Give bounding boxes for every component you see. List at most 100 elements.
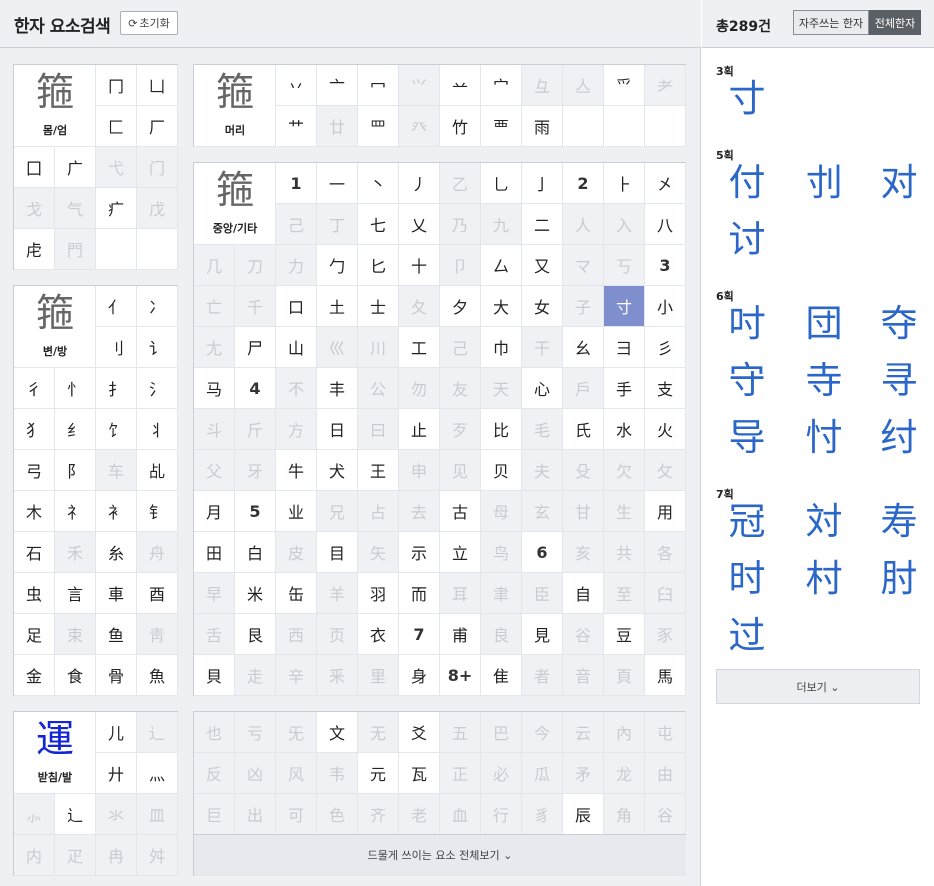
radical-cell[interactable]: 骨	[96, 655, 137, 696]
radical-cell[interactable]: 灬	[137, 753, 178, 794]
radical-cell[interactable]: 丿	[399, 163, 440, 204]
result-hanja[interactable]: 寺	[799, 356, 849, 406]
radical-cell[interactable]: 彐	[604, 327, 645, 368]
radical-cell[interactable]: 业	[276, 491, 317, 532]
radical-cell[interactable]: 辰	[563, 794, 604, 835]
result-hanja[interactable]: 时	[722, 554, 772, 604]
radical-cell[interactable]: 钅	[137, 491, 178, 532]
result-hanja[interactable]: 纣	[874, 413, 924, 463]
radical-cell[interactable]: 水	[604, 409, 645, 450]
tab-common-hanja[interactable]: 자주쓰는 한자	[793, 10, 869, 35]
radical-cell[interactable]: 亠	[317, 65, 358, 106]
radical-cell[interactable]: 用	[645, 491, 686, 532]
radical-cell[interactable]: 冫	[137, 286, 178, 327]
radical-cell[interactable]: 讠	[137, 327, 178, 368]
radical-cell[interactable]: 氏	[563, 409, 604, 450]
radical-cell[interactable]: 虍	[14, 229, 55, 270]
radical-cell[interactable]: 心	[522, 368, 563, 409]
result-hanja[interactable]: 导	[722, 413, 772, 463]
radical-cell[interactable]: 工	[399, 327, 440, 368]
radical-cell[interactable]: 火	[645, 409, 686, 450]
radical-cell[interactable]: 勹	[317, 245, 358, 286]
radical-cell[interactable]: 马	[194, 368, 235, 409]
radical-cell[interactable]: 土	[317, 286, 358, 327]
radical-cell[interactable]: 馬	[645, 655, 686, 696]
radical-cell[interactable]: 厂	[137, 106, 178, 147]
radical-cell[interactable]: 阝	[55, 450, 96, 491]
radical-cell[interactable]: 田	[194, 532, 235, 573]
radical-cell[interactable]: 亅	[522, 163, 563, 204]
radical-cell[interactable]: 罒	[358, 106, 399, 147]
radical-cell[interactable]: 艮	[235, 614, 276, 655]
radical-cell[interactable]: 乂	[399, 204, 440, 245]
radical-cell[interactable]: 犭	[14, 409, 55, 450]
radical-cell[interactable]: 彳	[14, 368, 55, 409]
radical-cell[interactable]: 比	[481, 409, 522, 450]
radical-cell[interactable]: 王	[358, 450, 399, 491]
radical-cell[interactable]: 而	[399, 573, 440, 614]
result-hanja[interactable]: 寻	[874, 356, 924, 406]
radical-cell[interactable]: 支	[645, 368, 686, 409]
radical-cell[interactable]: 二	[522, 204, 563, 245]
radical-cell[interactable]: 羽	[358, 573, 399, 614]
radical-cell[interactable]: 宀	[481, 65, 522, 106]
radical-cell[interactable]: 山	[276, 327, 317, 368]
result-hanja[interactable]: 对	[874, 158, 924, 208]
radical-cell[interactable]: 言	[55, 573, 96, 614]
radical-cell[interactable]: 雨	[522, 106, 563, 147]
radical-cell[interactable]: 衣	[358, 614, 399, 655]
radical-cell[interactable]: 广	[55, 147, 96, 188]
radical-cell[interactable]: 糸	[96, 532, 137, 573]
more-results-button[interactable]: 더보기 ⌄	[716, 669, 920, 704]
result-hanja[interactable]: 刌	[799, 158, 849, 208]
result-hanja[interactable]: 讨	[722, 215, 772, 265]
radical-cell[interactable]: 士	[358, 286, 399, 327]
radical-cell[interactable]: 車	[96, 573, 137, 614]
radical-cell[interactable]: 尸	[235, 327, 276, 368]
radical-cell[interactable]: 牛	[276, 450, 317, 491]
radical-cell[interactable]: 凵	[137, 65, 178, 106]
result-hanja[interactable]: 村	[799, 554, 849, 604]
radical-cell[interactable]: 元	[358, 753, 399, 794]
radical-cell[interactable]: 甫	[440, 614, 481, 655]
radical-cell[interactable]: ⺊	[604, 163, 645, 204]
radical-cell[interactable]: 七	[358, 204, 399, 245]
radical-cell[interactable]: 丬	[137, 409, 178, 450]
radical-cell[interactable]: 丶	[358, 163, 399, 204]
result-hanja[interactable]: 夺	[874, 299, 924, 349]
result-hanja[interactable]: 肘	[874, 554, 924, 604]
result-hanja[interactable]: 吋	[722, 299, 772, 349]
result-hanja[interactable]: 対	[799, 497, 849, 547]
radical-cell[interactable]: 匚	[96, 106, 137, 147]
radical-cell[interactable]: 爻	[399, 712, 440, 753]
radical-cell[interactable]: 石	[14, 532, 55, 573]
radical-cell[interactable]: 厶	[481, 245, 522, 286]
radical-cell[interactable]: 小	[645, 286, 686, 327]
radical-cell[interactable]: 魚	[137, 655, 178, 696]
radical-cell[interactable]: 食	[55, 655, 96, 696]
radical-cell[interactable]: 贝	[481, 450, 522, 491]
radical-cell[interactable]: 女	[522, 286, 563, 327]
radical-cell[interactable]: 巾	[481, 327, 522, 368]
radical-cell[interactable]: 八	[645, 204, 686, 245]
radical-cell[interactable]: 廾	[96, 753, 137, 794]
radical-cell[interactable]: 日	[317, 409, 358, 450]
radical-cell[interactable]: 古	[440, 491, 481, 532]
radical-cell[interactable]: 匕	[358, 245, 399, 286]
radical-cell[interactable]: 目	[317, 532, 358, 573]
radical-cell[interactable]: 疒	[96, 188, 137, 229]
radical-cell[interactable]: 衤	[96, 491, 137, 532]
radical-cell[interactable]: 爫	[604, 65, 645, 106]
radical-cell[interactable]: 寸	[604, 286, 645, 327]
radical-cell[interactable]: 丰	[317, 368, 358, 409]
radical-cell[interactable]: 米	[235, 573, 276, 614]
radical-cell[interactable]: 豆	[604, 614, 645, 655]
radical-cell[interactable]: 木	[14, 491, 55, 532]
result-hanja[interactable]: 団	[799, 299, 849, 349]
radical-cell[interactable]: 鱼	[96, 614, 137, 655]
radical-cell[interactable]: 囗	[14, 147, 55, 188]
result-hanja[interactable]: 忖	[799, 413, 849, 463]
radical-cell[interactable]: 自	[563, 573, 604, 614]
radical-cell[interactable]: 瓦	[399, 753, 440, 794]
radical-cell[interactable]: 䒑	[440, 65, 481, 106]
